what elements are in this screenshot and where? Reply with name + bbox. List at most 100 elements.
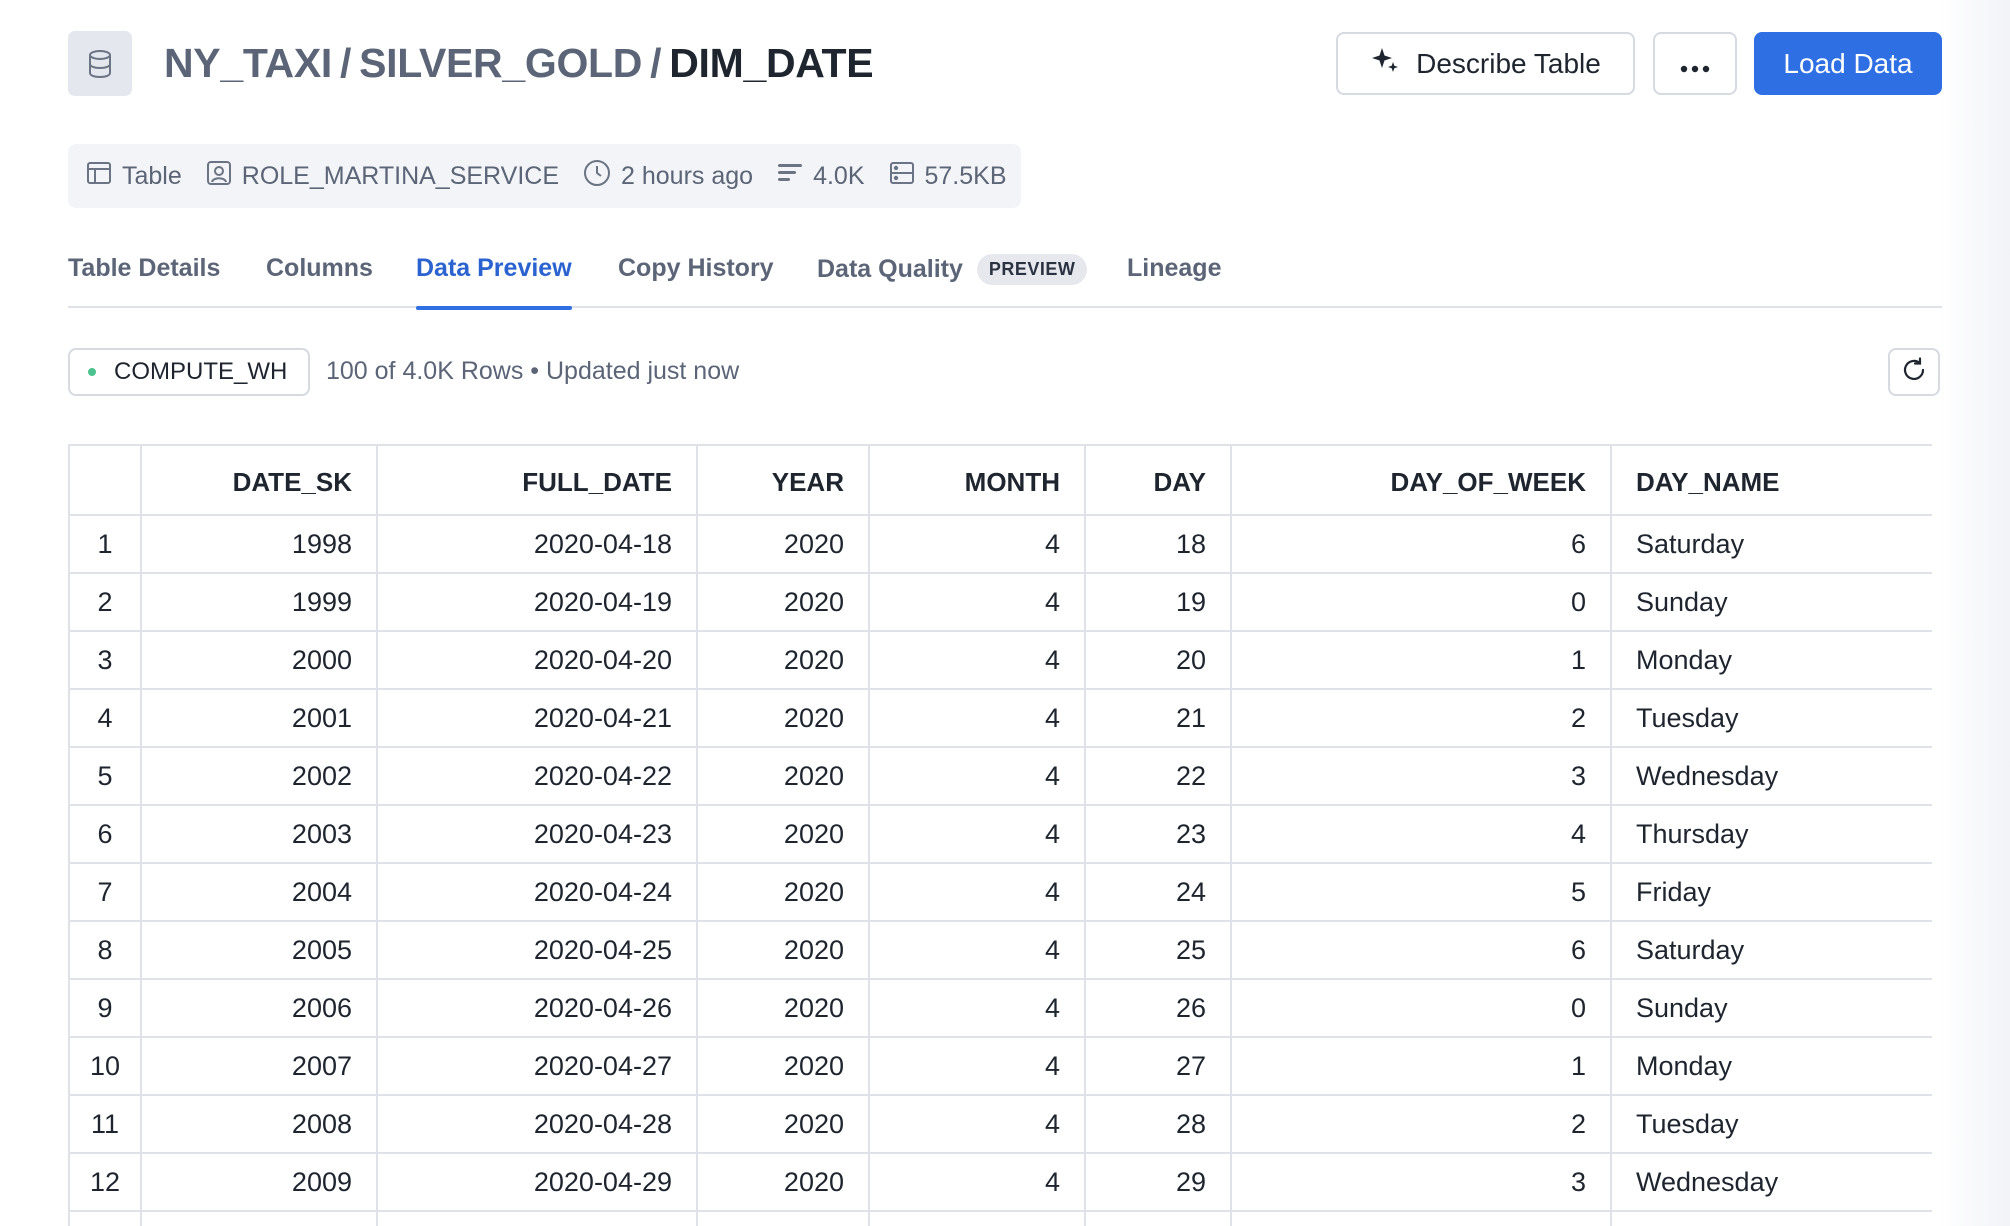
- warehouse-selector[interactable]: COMPUTE_WH: [68, 348, 310, 396]
- table-cell: Saturday: [1610, 514, 1932, 574]
- table-cell: Wednesday: [1610, 1152, 1932, 1212]
- row-index-cell: 6: [68, 804, 142, 864]
- row-index-cell: 1: [68, 514, 142, 574]
- tab-data-preview[interactable]: Data Preview: [416, 254, 572, 310]
- breadcrumb-separator: /: [650, 40, 662, 86]
- table-row[interactable]: 12 2009 2020-04-29 2020 4 29 3 Wednesday: [68, 1152, 1932, 1212]
- table-cell: 4: [868, 1094, 1086, 1154]
- page-title: NY_TAXI / SILVER_GOLD / DIM_DATE: [164, 37, 874, 89]
- table-cell: 2020: [696, 804, 870, 864]
- table-cell: 2020-04-26: [376, 978, 698, 1038]
- table-cell: 1: [1230, 630, 1612, 690]
- row-index-cell: 11: [68, 1094, 142, 1154]
- describe-table-button[interactable]: Describe Table: [1336, 32, 1635, 95]
- table-row[interactable]: 2 1999 2020-04-19 2020 4 19 0 Sunday: [68, 572, 1932, 632]
- table-cell: 28: [1084, 1094, 1232, 1154]
- table-cell: Friday: [1610, 862, 1932, 922]
- table-cell: 2020-04-21: [376, 688, 698, 748]
- tab-data-quality[interactable]: Data Quality PREVIEW: [817, 254, 1088, 308]
- table-cell: Sunday: [1610, 572, 1932, 632]
- refresh-icon: [1900, 356, 1928, 389]
- table-cell: [696, 1210, 870, 1226]
- column-header[interactable]: DATE_SK: [140, 444, 378, 516]
- table-cell: 27: [1084, 1036, 1232, 1096]
- table-cell: 20: [1084, 630, 1232, 690]
- ellipsis-icon: [1680, 48, 1710, 80]
- table-cell: 29: [1084, 1152, 1232, 1212]
- table-cell: [140, 1210, 378, 1226]
- tab-copy-history[interactable]: Copy History: [618, 254, 774, 308]
- breadcrumb-table: DIM_DATE: [669, 40, 874, 86]
- breadcrumb-database[interactable]: NY_TAXI: [164, 40, 332, 86]
- table-row[interactable]: 11 2008 2020-04-28 2020 4 28 2 Tuesday: [68, 1094, 1932, 1154]
- tab-data-quality-label: Data Quality: [817, 255, 963, 283]
- table-row[interactable]: 7 2004 2020-04-24 2020 4 24 5 Friday: [68, 862, 1932, 922]
- column-header[interactable]: YEAR: [696, 444, 870, 516]
- table-cell: 2020: [696, 862, 870, 922]
- table-row[interactable]: 5 2002 2020-04-22 2020 4 22 3 Wednesday: [68, 746, 1932, 806]
- more-options-button[interactable]: [1653, 32, 1737, 95]
- rows-icon: [777, 162, 803, 191]
- column-header[interactable]: DAY_NAME: [1610, 444, 1932, 516]
- page-header: NY_TAXI / SILVER_GOLD / DIM_DATE Describe Ta…: [68, 31, 1942, 96]
- table-row[interactable]: 4 2001 2020-04-21 2020 4 21 2 Tuesday: [68, 688, 1932, 748]
- table-cell: 2020: [696, 978, 870, 1038]
- table-cell: 2009: [140, 1152, 378, 1212]
- clock-icon: [583, 159, 611, 194]
- table-cell: 2: [1230, 1094, 1612, 1154]
- tab-columns[interactable]: Columns: [266, 254, 373, 308]
- row-index-cell: 9: [68, 978, 142, 1038]
- meta-type: Table: [86, 160, 182, 193]
- table-cell: 3: [1230, 1152, 1612, 1212]
- meta-updated: 2 hours ago: [583, 159, 753, 194]
- table-cell: 18: [1084, 514, 1232, 574]
- status-dot: [88, 368, 96, 376]
- table-cell: 1998: [140, 514, 378, 574]
- table-cell: [1084, 1210, 1232, 1226]
- table-row[interactable]: 10 2007 2020-04-27 2020 4 27 1 Monday: [68, 1036, 1932, 1096]
- table-cell: 1: [1230, 1036, 1612, 1096]
- refresh-button[interactable]: [1888, 348, 1940, 396]
- table-row[interactable]: 8 2005 2020-04-25 2020 4 25 6 Saturday: [68, 920, 1932, 980]
- user-badge-icon: [206, 160, 232, 193]
- table-cell: 6: [1230, 514, 1612, 574]
- table-cell: 2020: [696, 1152, 870, 1212]
- tab-lineage[interactable]: Lineage: [1127, 254, 1221, 308]
- table-cell: 6: [1230, 920, 1612, 980]
- table-cell: Tuesday: [1610, 688, 1932, 748]
- table-cell: 2020: [696, 572, 870, 632]
- column-header[interactable]: FULL_DATE: [376, 444, 698, 516]
- table-cell: 2007: [140, 1036, 378, 1096]
- table-cell: [1610, 1210, 1932, 1226]
- table-header-row: DATE_SK FULL_DATE YEAR MONTH DAY DAY_OF_…: [68, 444, 1932, 516]
- meta-owner: ROLE_MARTINA_SERVICE: [206, 160, 559, 193]
- table-cell: 2020-04-28: [376, 1094, 698, 1154]
- load-data-button[interactable]: Load Data: [1754, 32, 1942, 95]
- table-cell: [376, 1210, 698, 1226]
- table-cell: 2020-04-20: [376, 630, 698, 690]
- table-row[interactable]: 1 1998 2020-04-18 2020 4 18 6 Saturday: [68, 514, 1932, 574]
- table-cell: 2020: [696, 1036, 870, 1096]
- table-cell: 2020-04-23: [376, 804, 698, 864]
- column-header[interactable]: DAY: [1084, 444, 1232, 516]
- table-cell: Tuesday: [1610, 1094, 1932, 1154]
- table-row[interactable]: 6 2003 2020-04-23 2020 4 23 4 Thursday: [68, 804, 1932, 864]
- tab-table-details[interactable]: Table Details: [68, 254, 220, 308]
- table-cell: 2020-04-24: [376, 862, 698, 922]
- row-index-cell: 2: [68, 572, 142, 632]
- table-row[interactable]: 3 2000 2020-04-20 2020 4 20 1 Monday: [68, 630, 1932, 690]
- table-cell: 4: [868, 572, 1086, 632]
- table-row[interactable]: 9 2006 2020-04-26 2020 4 26 0 Sunday: [68, 978, 1932, 1038]
- column-header[interactable]: DAY_OF_WEEK: [1230, 444, 1612, 516]
- table-cell: 4: [868, 630, 1086, 690]
- row-index-cell: 12: [68, 1152, 142, 1212]
- table-cell: 2020: [696, 746, 870, 806]
- breadcrumb-schema[interactable]: SILVER_GOLD: [359, 40, 642, 86]
- column-header[interactable]: MONTH: [868, 444, 1086, 516]
- table-cell: 2020-04-19: [376, 572, 698, 632]
- table-cell: Wednesday: [1610, 746, 1932, 806]
- table-cell: 22: [1084, 746, 1232, 806]
- table-row[interactable]: [68, 1210, 1932, 1226]
- table-cell: 4: [868, 978, 1086, 1038]
- table-cell: 2004: [140, 862, 378, 922]
